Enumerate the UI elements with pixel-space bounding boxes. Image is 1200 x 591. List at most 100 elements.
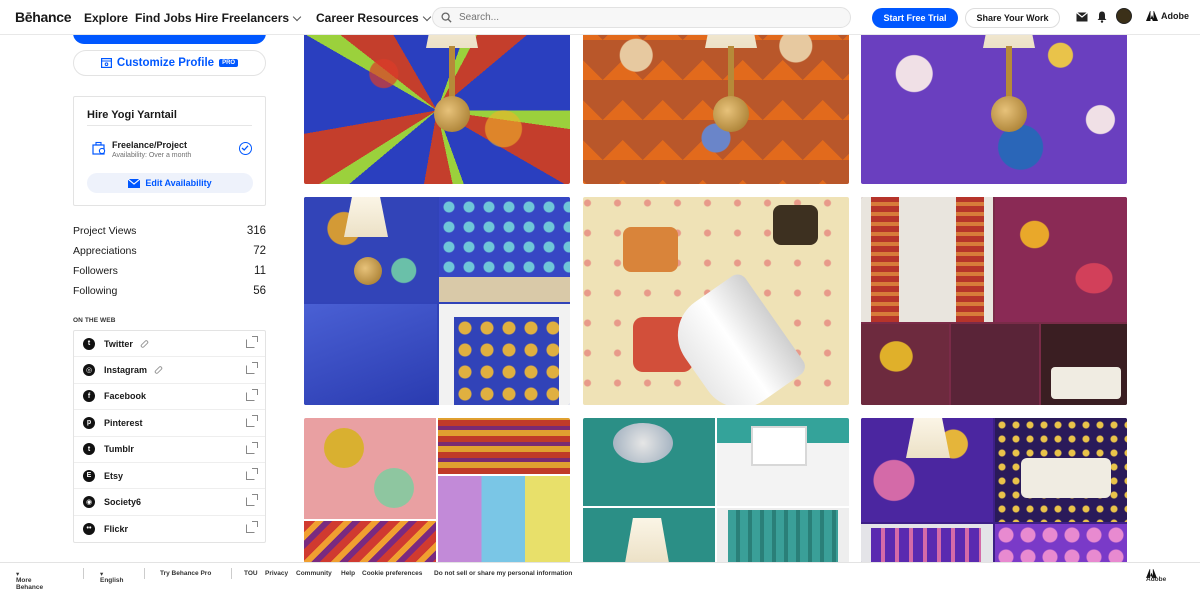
- more-behance-label: More Behance: [16, 577, 44, 591]
- chevron-down-icon: [422, 12, 431, 21]
- link-icon: [153, 365, 164, 375]
- briefcase-icon: [92, 141, 106, 155]
- pinterest-icon: p: [83, 416, 95, 429]
- adobe-label: Adobe: [1161, 11, 1189, 21]
- footer-link-help[interactable]: Help: [341, 570, 355, 577]
- instagram-icon: ◎: [83, 364, 95, 377]
- adobe-link[interactable]: Adobe: [1146, 11, 1189, 21]
- tumblr-icon: t: [83, 443, 95, 456]
- external-link-icon: [246, 520, 258, 533]
- avatar[interactable]: [1116, 8, 1132, 24]
- footer-link-cookie-preferences[interactable]: Cookie preferences: [362, 570, 422, 577]
- external-link-icon: [246, 467, 258, 480]
- cat-illustration: [773, 205, 818, 245]
- web-link-label: Twitter: [104, 338, 133, 349]
- nav-find-jobs[interactable]: Find Jobs: [135, 11, 192, 25]
- etsy-icon: E: [83, 469, 95, 482]
- society6-icon: ◉: [83, 496, 95, 509]
- web-link-society6[interactable]: ◉ Society6: [74, 489, 265, 516]
- stat-label: Followers: [73, 265, 118, 277]
- flickr-icon: ••: [83, 522, 95, 535]
- messages-icon[interactable]: [1075, 10, 1089, 24]
- footer-link-privacy[interactable]: Privacy: [265, 570, 288, 577]
- project-thumbnail[interactable]: [861, 418, 1127, 563]
- footer-link-do-not-sell[interactable]: Do not sell or share my personal informa…: [434, 570, 572, 577]
- try-behance-pro-link[interactable]: Try Behance Pro: [160, 570, 211, 577]
- share-your-work-button[interactable]: Share Your Work: [965, 8, 1060, 28]
- availability-text: Availability: Over a month: [112, 152, 192, 159]
- web-link-label: Flickr: [104, 523, 129, 534]
- search-input[interactable]: [459, 12, 819, 23]
- start-free-trial-button[interactable]: Start Free Trial: [872, 8, 958, 28]
- stat-appreciations: Appreciations 72: [73, 245, 266, 257]
- facebook-icon: f: [83, 390, 95, 403]
- freelance-title: Freelance/Project: [112, 140, 188, 150]
- external-link-icon: [246, 336, 258, 348]
- web-links-list: t Twitter ◎ Instagram f Facebook p Pinterest…: [73, 330, 266, 544]
- web-link-etsy[interactable]: E Etsy: [74, 463, 265, 490]
- footer-link-tou[interactable]: TOU: [244, 570, 258, 577]
- footer-link-community[interactable]: Community: [296, 570, 332, 577]
- nav-explore-label: Explore: [84, 11, 129, 25]
- stat-value: 316: [246, 225, 266, 237]
- web-link-label: Instagram: [104, 365, 148, 376]
- project-thumbnail[interactable]: [304, 418, 570, 563]
- web-link-instagram[interactable]: ◎ Instagram: [74, 357, 265, 384]
- divider: [83, 568, 84, 579]
- stat-label: Project Views: [73, 225, 137, 237]
- nav-find-jobs-label: Find Jobs: [135, 11, 192, 25]
- top-navigation: Bēhance Explore Find Jobs Hire Freelance…: [0, 0, 1200, 35]
- web-link-label: Society6: [104, 497, 142, 508]
- web-link-label: Facebook: [104, 391, 147, 402]
- mail-icon: [128, 178, 141, 188]
- divider: [144, 568, 145, 579]
- stat-value: 56: [253, 285, 266, 297]
- external-link-icon: [246, 388, 258, 401]
- lamp-plate: [991, 96, 1027, 132]
- cat-illustration: [623, 227, 678, 272]
- customize-profile-button[interactable]: Customize Profile PRO: [73, 50, 266, 76]
- project-thumbnail[interactable]: [861, 197, 1127, 405]
- edit-availability-button[interactable]: Edit Availability: [87, 173, 253, 193]
- adobe-logo-icon: [1146, 11, 1158, 21]
- nav-career-resources[interactable]: Career Resources: [316, 11, 431, 25]
- web-link-flickr[interactable]: •• Flickr: [74, 516, 265, 542]
- web-link-tumblr[interactable]: t Tumblr: [74, 437, 265, 463]
- check-icon: [239, 142, 252, 155]
- web-link-twitter[interactable]: t Twitter: [74, 331, 265, 358]
- web-link-label: Tumblr: [104, 444, 134, 455]
- adobe-label: Adobe: [1146, 576, 1167, 583]
- more-behance-link[interactable]: More Behance ▾: [16, 570, 43, 591]
- twitter-icon: t: [83, 337, 95, 350]
- stat-followers[interactable]: Followers 11: [73, 265, 266, 277]
- footer-adobe-link[interactable]: Adobe: [1146, 569, 1166, 583]
- divider: [87, 125, 252, 126]
- web-link-label: Pinterest: [104, 417, 143, 428]
- project-thumbnail[interactable]: [583, 418, 849, 563]
- stat-label: Following: [73, 285, 118, 297]
- lamp-plate: [354, 257, 382, 285]
- project-thumbnail[interactable]: [583, 197, 849, 405]
- lamp-plate: [434, 96, 470, 132]
- nav-explore[interactable]: Explore: [84, 11, 128, 25]
- external-link-icon: [246, 362, 258, 375]
- hire-card: Hire Yogi Yarntail Freelance/Project Ava…: [73, 96, 266, 206]
- behance-logo[interactable]: Bēhance: [15, 9, 72, 25]
- search-bar[interactable]: [432, 7, 851, 28]
- external-link-icon: [246, 441, 258, 454]
- pro-badge: PRO: [219, 59, 239, 67]
- hire-title: Hire Yogi Yarntail: [87, 109, 177, 121]
- edit-availability-label: Edit Availability: [145, 178, 212, 188]
- stat-following[interactable]: Following 56: [73, 285, 266, 297]
- stat-value: 11: [254, 265, 266, 277]
- external-link-icon: [246, 494, 258, 507]
- chevron-down-icon: [292, 12, 302, 21]
- project-thumbnail[interactable]: [304, 197, 570, 405]
- stat-label: Appreciations: [73, 245, 137, 257]
- footer: More Behance ▾ English ▾ Try Behance Pro…: [0, 562, 1200, 591]
- nav-hire-freelancers[interactable]: Hire Freelancers: [195, 11, 302, 25]
- web-link-facebook[interactable]: f Facebook: [74, 384, 265, 411]
- bell-icon[interactable]: [1095, 10, 1109, 24]
- language-selector[interactable]: English ▾: [100, 570, 123, 584]
- web-link-pinterest[interactable]: p Pinterest: [74, 410, 265, 437]
